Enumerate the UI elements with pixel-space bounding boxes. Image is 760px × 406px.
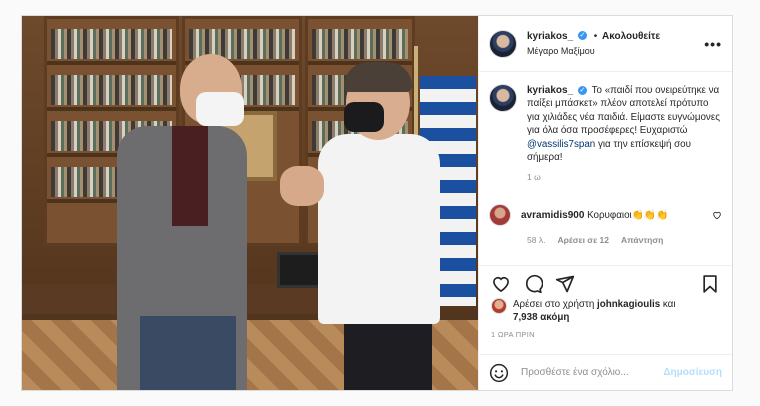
comment-text: Κορυφαιοι👏👏👏: [587, 209, 669, 221]
likes-mid: και: [662, 299, 676, 310]
location-link[interactable]: Μέγαρο Μαξίμου: [527, 44, 704, 58]
caption-time[interactable]: 1 ω: [527, 172, 722, 182]
caption-avatar[interactable]: [489, 84, 517, 112]
person-right-hair: [344, 62, 412, 92]
like-button[interactable]: [491, 274, 513, 296]
comment-time: 58 λ.: [527, 235, 546, 246]
gesturing-hands: [280, 166, 324, 206]
emoji-icon[interactable]: [489, 363, 509, 383]
likes-count-link[interactable]: 7,938 ακόμη: [513, 312, 569, 323]
likes-summary: Αρέσει στο χρήστη johnkagioulis και 7,93…: [491, 298, 722, 324]
add-comment-bar: Δημοσίευση: [479, 354, 732, 390]
comment-button[interactable]: [523, 274, 545, 296]
person-right-mask: [344, 102, 384, 132]
verified-badge-icon: ✓: [577, 85, 587, 95]
reply-button[interactable]: Απάντηση: [621, 235, 663, 245]
author-avatar[interactable]: [489, 29, 517, 58]
post-side-panel: kyriakos_ ✓ • Ακολουθείτε Μέγαρο Μαξίμου…: [478, 16, 732, 390]
commenter-username[interactable]: avramidis900: [521, 210, 584, 221]
post-timestamp[interactable]: 1 ΩΡΑ ΠΡΙΝ: [491, 330, 535, 339]
share-icon: [555, 275, 575, 293]
caption-mention-link[interactable]: @vassilis7span: [527, 139, 595, 150]
person-right-shirt: [318, 134, 440, 324]
person-left-mask: [196, 92, 244, 126]
comment: avramidis900 Κορυφαιοι👏👏👏: [489, 204, 722, 227]
post-comment-button[interactable]: Δημοσίευση: [663, 367, 722, 378]
liker-avatar[interactable]: [491, 298, 507, 314]
verified-badge-icon: ✓: [577, 31, 587, 41]
following-button[interactable]: Ακολουθείτε: [602, 31, 660, 42]
liker-username[interactable]: johnkagioulis: [597, 299, 660, 310]
comment-meta: 58 λ. Αρέσει σε 12 Απάντηση: [527, 235, 722, 245]
caption: kyriakos_ ✓ Το «παιδί που ονειρεύτηκε να…: [489, 84, 722, 164]
post-photo[interactable]: [22, 16, 478, 390]
instagram-post: kyriakos_ ✓ • Ακολουθείτε Μέγαρο Μαξίμου…: [21, 15, 733, 391]
monitor: [277, 252, 321, 288]
comment-icon: [525, 274, 544, 294]
comment-likes-link[interactable]: Αρέσει σε 12: [557, 235, 608, 245]
comment-input[interactable]: [521, 367, 664, 378]
more-options-icon[interactable]: •••: [704, 36, 722, 52]
post-header: kyriakos_ ✓ • Ακολουθείτε Μέγαρο Μαξίμου…: [479, 16, 732, 72]
caption-username[interactable]: kyriakos_: [527, 85, 573, 96]
author-username[interactable]: kyriakos_: [527, 31, 573, 42]
person-left-jeans: [140, 316, 236, 390]
comments-section: kyriakos_ ✓ Το «παιδί που ονειρεύτηκε να…: [479, 72, 732, 278]
save-button[interactable]: [700, 274, 722, 296]
bookmark-icon: [703, 275, 717, 293]
heart-icon[interactable]: [712, 210, 722, 220]
person-left-shirt: [172, 126, 208, 226]
likes-prefix: Αρέσει στο χρήστη: [513, 299, 595, 310]
separator-dot: •: [593, 30, 598, 42]
share-button[interactable]: [555, 274, 577, 296]
heart-icon: [493, 276, 509, 293]
commenter-avatar[interactable]: [489, 204, 511, 227]
